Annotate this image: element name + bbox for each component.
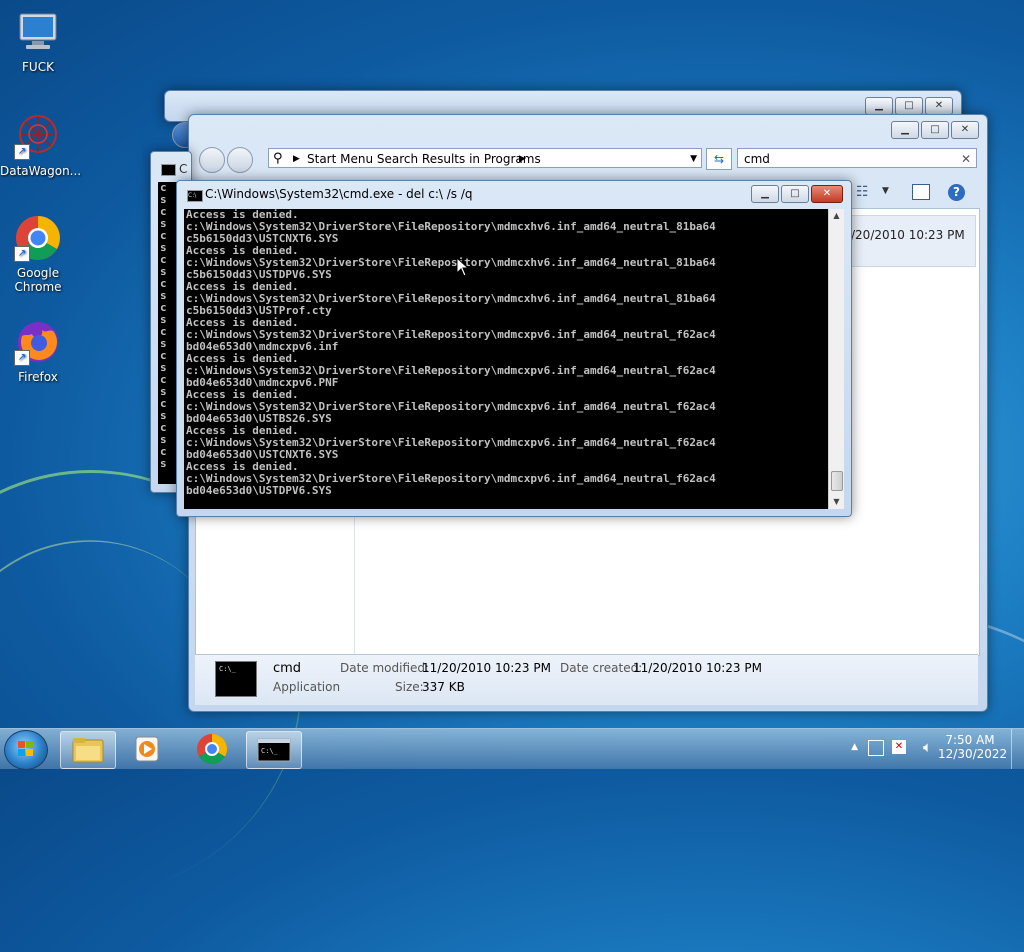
taskbar-cmd[interactable]: C:\_ [246, 731, 302, 769]
cmd-window-icon: C:\ [187, 190, 203, 202]
scroll-down-icon[interactable]: ▼ [829, 495, 844, 509]
shortcut-arrow-icon: ↗ [14, 350, 30, 366]
file-name: cmd [273, 661, 302, 676]
cmd-output[interactable]: Access is denied. c:\Windows\System32\Dri… [184, 209, 830, 509]
datawagon-icon: ↗ [14, 112, 62, 160]
desktop-icon-label: DataWagon... [0, 164, 82, 178]
date-created-value: 11/20/2010 10:23 PM [633, 661, 762, 675]
close-button[interactable]: ✕ [925, 97, 953, 115]
search-input-value: cmd [744, 152, 770, 166]
result-date: /20/2010 10:23 PM [851, 228, 965, 242]
search-folder-icon: ⚲ [273, 151, 283, 166]
maximize-button[interactable]: □ [781, 185, 809, 203]
desktop-icon-computer[interactable]: FUCK [0, 8, 76, 74]
address-bar[interactable]: ⚲ ▶ Start Menu Search Results in Program… [268, 148, 702, 168]
cmd-window[interactable]: C:\ C:\Windows\System32\cmd.exe - del c:… [176, 180, 852, 517]
window-controls: ▁ □ ✕ [891, 121, 979, 139]
desktop-icon-chrome[interactable]: ↗ Google Chrome [0, 214, 76, 294]
clock[interactable]: 7:50 AM 12/30/2022 [938, 733, 1008, 761]
mouse-cursor-icon [456, 256, 470, 280]
shortcut-arrow-icon: ↗ [14, 246, 30, 262]
chrome-icon [197, 734, 228, 765]
search-result-item[interactable]: /20/2010 10:23 PM [850, 215, 976, 267]
taskbar-explorer[interactable] [60, 731, 116, 769]
media-player-icon [135, 736, 159, 762]
forward-button[interactable] [227, 147, 253, 173]
details-pane: C:\_ cmd Application Date modified: 11/2… [195, 654, 978, 705]
view-dropdown-icon[interactable]: ▼ [882, 186, 889, 196]
start-button[interactable] [4, 730, 48, 770]
taskbar: C:\_ ▲ ✕ 🔈︎ 7:50 AM 12/30/2022 [0, 728, 1024, 770]
address-text: Start Menu Search Results in Programs [307, 152, 541, 166]
show-hidden-icons[interactable]: ▲ [851, 742, 858, 752]
windows-logo-icon [18, 741, 33, 756]
firefox-icon: ↗ [14, 318, 62, 366]
address-dropdown-icon[interactable]: ▼ [690, 149, 697, 169]
shortcut-arrow-icon: ↗ [14, 144, 30, 160]
computer-icon [14, 8, 62, 56]
taskbar-chrome[interactable] [185, 731, 239, 767]
close-button[interactable]: ✕ [811, 185, 843, 203]
maximize-button[interactable]: □ [895, 97, 923, 115]
desktop-icon-label: Google Chrome [14, 266, 62, 294]
scrollbar-thumb[interactable] [831, 471, 843, 491]
file-type: Application [273, 680, 341, 694]
refresh-button[interactable]: ⇆ [706, 148, 732, 170]
desktop-icon-label: FUCK [22, 60, 54, 74]
clock-time: 7:50 AM [945, 733, 995, 747]
cmd-window-title: C:\Windows\System32\cmd.exe - del c:\ /s… [205, 187, 473, 201]
chrome-icon: ↗ [14, 214, 62, 262]
window-controls: ▁ □ ✕ [865, 97, 953, 115]
desktop-icon-datawagon[interactable]: ↗ DataWagon... [0, 112, 82, 178]
size-label: Size: [395, 680, 424, 694]
desktop-icon-firefox[interactable]: ↗ Firefox [0, 318, 76, 384]
help-icon[interactable]: ? [948, 184, 965, 201]
search-input[interactable]: cmd ✕ [737, 148, 977, 168]
cmd-scrollbar[interactable]: ▲ ▼ [828, 209, 844, 509]
view-options-icon[interactable]: ☷ [856, 184, 869, 200]
volume-icon[interactable]: 🔈︎ [923, 738, 932, 756]
preview-pane-icon[interactable] [912, 184, 930, 200]
breadcrumb-arrow-icon: ▶ [519, 154, 526, 164]
size-value: 337 KB [422, 680, 465, 694]
date-modified-label: Date modified: [340, 661, 430, 675]
window-controls: ▁ □ ✕ [751, 185, 843, 203]
date-created-label: Date created: [560, 661, 643, 675]
breadcrumb-arrow-icon: ▶ [293, 154, 300, 164]
scroll-up-icon[interactable]: ▲ [829, 209, 844, 223]
back-button[interactable] [199, 147, 225, 173]
maximize-button[interactable]: □ [921, 121, 949, 139]
svg-text:C:\_: C:\_ [261, 747, 279, 755]
clear-search-icon[interactable]: ✕ [961, 149, 971, 169]
date-modified-value: 11/20/2010 10:23 PM [422, 661, 551, 675]
action-center-icon[interactable]: ✕ [892, 740, 906, 754]
cmd-file-icon: C:\_ [215, 661, 257, 697]
taskbar-media-player[interactable] [120, 731, 174, 767]
console-line: bd04e653d0\USTDPV6.SYS [186, 484, 332, 497]
minimize-button[interactable]: ▁ [751, 185, 779, 203]
network-icon[interactable] [868, 740, 884, 756]
background-cmd-title: C [179, 162, 188, 176]
desktop-icon-label: Firefox [18, 370, 58, 384]
show-desktop-button[interactable] [1011, 729, 1024, 769]
minimize-button[interactable]: ▁ [865, 97, 893, 115]
minimize-button[interactable]: ▁ [891, 121, 919, 139]
cmd-icon: C:\_ [257, 738, 291, 762]
folder-icon [72, 738, 104, 763]
close-button[interactable]: ✕ [951, 121, 979, 139]
clock-date: 12/30/2022 [938, 747, 1008, 761]
cmd-window-icon [161, 164, 176, 176]
